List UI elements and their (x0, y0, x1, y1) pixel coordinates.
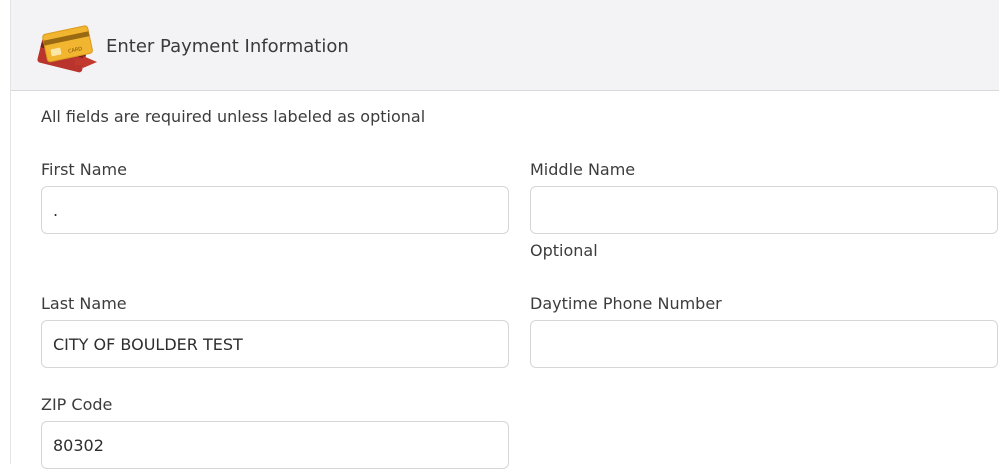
payment-panel: CARD Enter Payment Information All field… (10, 0, 999, 469)
middle-name-label: Middle Name (530, 160, 636, 179)
required-fields-note: All fields are required unless labeled a… (41, 107, 426, 126)
middle-name-optional-helper: Optional (530, 241, 598, 260)
first-name-label: First Name (41, 160, 127, 179)
last-name-input[interactable] (41, 320, 509, 368)
panel-header: CARD Enter Payment Information (11, 0, 999, 91)
middle-name-input[interactable] (530, 186, 998, 234)
zip-code-label: ZIP Code (41, 395, 113, 414)
daytime-phone-label: Daytime Phone Number (530, 294, 722, 313)
last-name-label: Last Name (41, 294, 127, 313)
credit-card-icon: CARD (33, 22, 101, 74)
first-name-input[interactable] (41, 186, 509, 234)
daytime-phone-input[interactable] (530, 320, 998, 368)
zip-code-input[interactable] (41, 421, 509, 469)
page-title: Enter Payment Information (106, 36, 349, 57)
